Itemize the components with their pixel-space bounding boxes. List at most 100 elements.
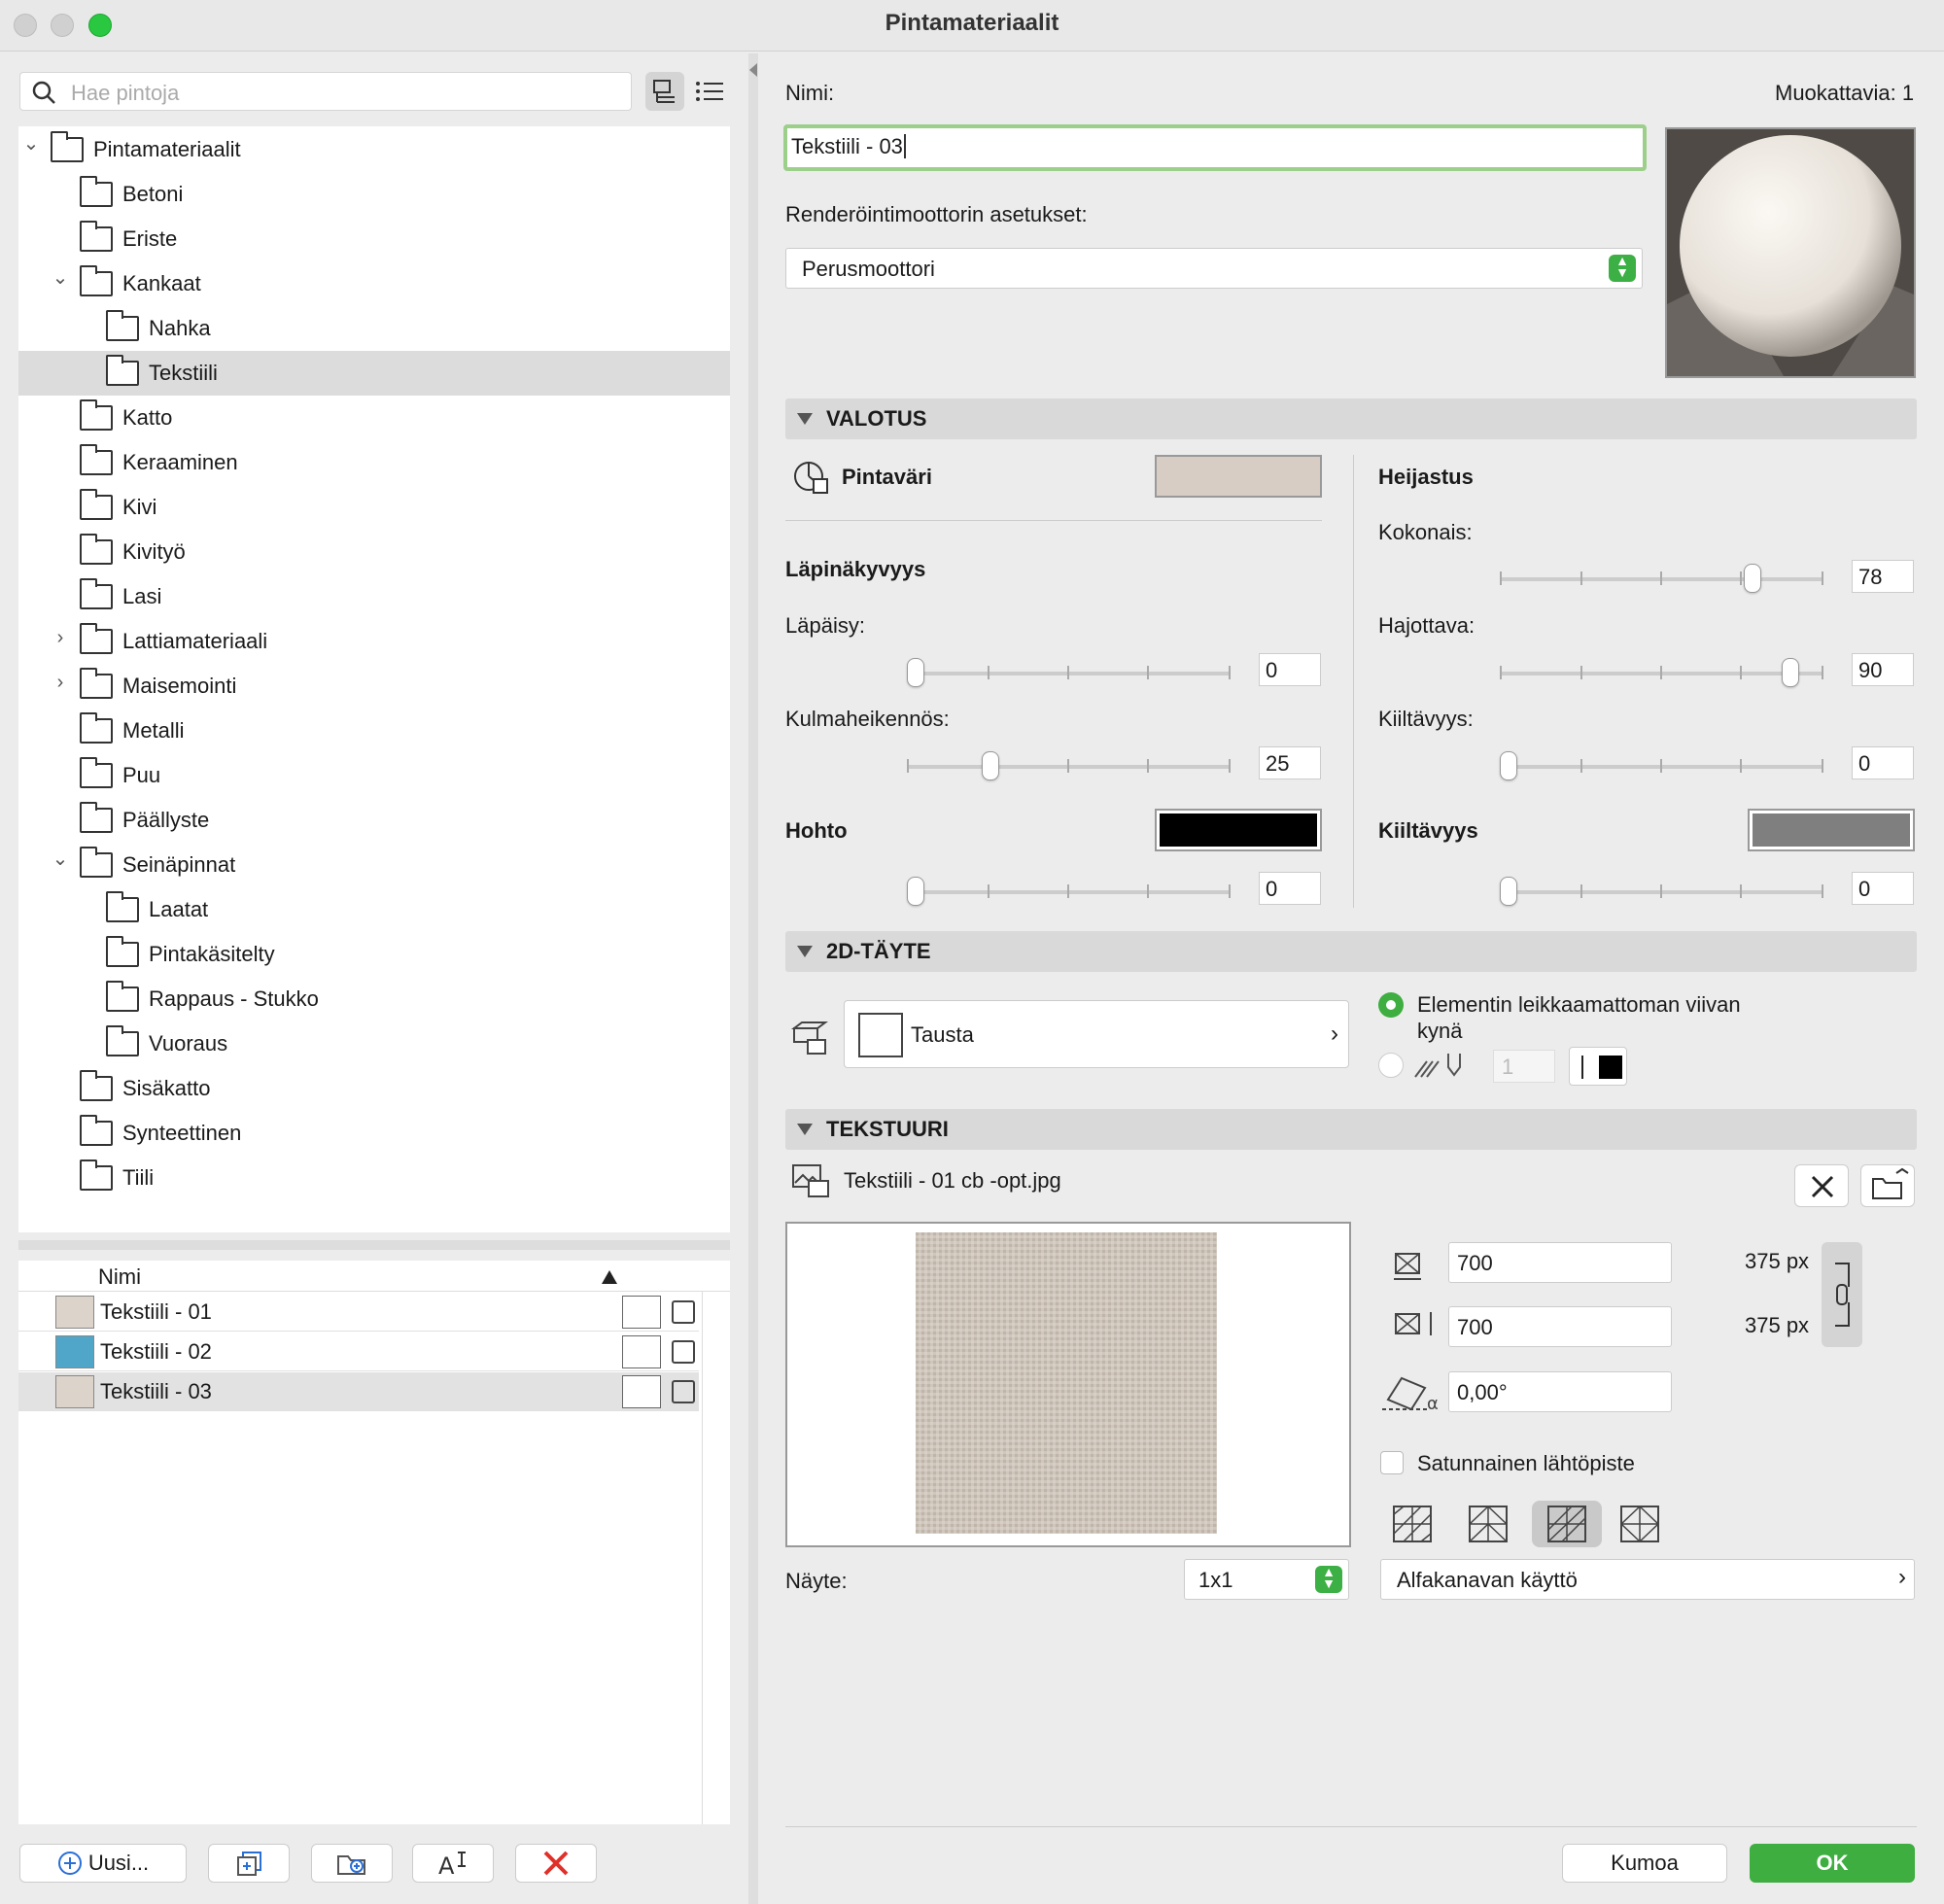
lapaisy-label: Läpäisy: bbox=[785, 613, 865, 638]
remove-texture-button[interactable] bbox=[1794, 1164, 1849, 1207]
tree-item[interactable]: › Lattiamateriaali bbox=[18, 619, 730, 664]
pen-color-button[interactable] bbox=[1569, 1047, 1627, 1086]
chevron-down-icon[interactable]: ⌄ bbox=[51, 265, 70, 290]
tree-item[interactable]: ⌄ Pintamateriaalit bbox=[18, 127, 730, 172]
cancel-button[interactable]: Kumoa bbox=[1562, 1844, 1727, 1883]
tree-item[interactable]: Keraaminen bbox=[18, 440, 730, 485]
fill2d-section-header[interactable]: 2D-TÄYTE bbox=[785, 931, 1917, 972]
chevron-right-icon[interactable]: › bbox=[51, 672, 70, 694]
kiiltavyys2-value[interactable]: 0 bbox=[1852, 872, 1914, 905]
search-field[interactable]: Hae pintoja bbox=[19, 72, 632, 111]
pattern-grid-icon bbox=[1393, 1506, 1432, 1542]
texture-height-input[interactable]: 700 bbox=[1448, 1306, 1672, 1347]
tree-item[interactable]: › Maisemointi bbox=[18, 664, 730, 709]
list-item[interactable]: Tekstiili - 03 bbox=[18, 1372, 699, 1411]
list-scrollbar[interactable] bbox=[702, 1292, 703, 1824]
tree-item[interactable]: Katto bbox=[18, 396, 730, 440]
kulma-slider[interactable] bbox=[907, 751, 1231, 780]
name-input[interactable]: Tekstiili - 03 bbox=[783, 124, 1647, 171]
valotus-section-header[interactable]: VALOTUS bbox=[785, 398, 1917, 439]
new-material-button[interactable]: Uusi... bbox=[19, 1844, 187, 1883]
tree-item[interactable]: Eriste bbox=[18, 217, 730, 261]
duplicate-button[interactable] bbox=[208, 1844, 290, 1883]
fill-type-selector[interactable]: Tausta › bbox=[844, 1000, 1349, 1068]
hajottava-value[interactable]: 90 bbox=[1852, 653, 1914, 686]
delete-button[interactable] bbox=[515, 1844, 597, 1883]
load-texture-button[interactable] bbox=[1860, 1164, 1915, 1207]
sample-select[interactable]: 1x1 ▲ ▼ bbox=[1184, 1559, 1349, 1600]
select-stepper-icon: ▲ ▼ bbox=[1609, 254, 1636, 282]
tree-item[interactable]: Vuoraus bbox=[18, 1021, 730, 1066]
rename-button[interactable]: A bbox=[412, 1844, 494, 1883]
kiiltavyys-value[interactable]: 0 bbox=[1852, 746, 1914, 779]
tree-item[interactable]: ⌄ Seinäpinnat bbox=[18, 843, 730, 887]
pen-number-input[interactable]: 1 bbox=[1493, 1050, 1555, 1083]
chevron-right-icon[interactable]: › bbox=[51, 627, 70, 649]
tree-item[interactable]: Laatat bbox=[18, 887, 730, 932]
kiiltavyys2-slider[interactable] bbox=[1500, 877, 1823, 906]
chevron-down-icon[interactable]: ⌄ bbox=[21, 131, 41, 156]
collapse-arrow-icon[interactable] bbox=[749, 63, 759, 79]
texture-angle-input[interactable]: 0,00° bbox=[1448, 1371, 1672, 1412]
kokonais-value[interactable]: 78 bbox=[1852, 560, 1914, 593]
radio-custom-pen[interactable] bbox=[1378, 1053, 1404, 1078]
tree-item[interactable]: Tekstiili bbox=[18, 351, 730, 396]
texture-section-header[interactable]: TEKSTUURI bbox=[785, 1109, 1917, 1150]
tree-item[interactable]: Puu bbox=[18, 753, 730, 798]
ok-button[interactable]: OK bbox=[1750, 1844, 1915, 1883]
hohto-color-swatch[interactable] bbox=[1155, 809, 1322, 851]
title-bar: Pintamateriaalit bbox=[0, 0, 1944, 52]
tree-item[interactable]: Kivityö bbox=[18, 530, 730, 574]
hohto-value[interactable]: 0 bbox=[1259, 872, 1321, 905]
tree-item[interactable]: Sisäkatto bbox=[18, 1066, 730, 1111]
hajottava-slider[interactable] bbox=[1500, 658, 1823, 687]
texture-mode-button-4[interactable] bbox=[1608, 1501, 1672, 1547]
column-header-name[interactable]: Nimi bbox=[98, 1264, 141, 1290]
alpha-channel-button[interactable]: Alfakanavan käyttö › bbox=[1380, 1559, 1915, 1600]
tree-item[interactable]: Nahka bbox=[18, 306, 730, 351]
hohto-slider[interactable] bbox=[907, 877, 1231, 906]
panel-divider[interactable] bbox=[748, 53, 758, 1904]
link-proportions-toggle[interactable] bbox=[1822, 1242, 1862, 1347]
new-folder-button[interactable] bbox=[311, 1844, 393, 1883]
rename-icon: A bbox=[438, 1852, 466, 1878]
texture-mode-button-3[interactable] bbox=[1532, 1501, 1602, 1547]
pane-splitter[interactable] bbox=[18, 1240, 730, 1250]
engine-select[interactable]: Perusmoottori ▲ ▼ bbox=[785, 248, 1643, 289]
tree-item[interactable]: Metalli bbox=[18, 709, 730, 753]
tree-item[interactable]: Lasi bbox=[18, 574, 730, 619]
kulma-value[interactable]: 25 bbox=[1259, 746, 1321, 779]
tree-item[interactable]: Synteettinen bbox=[18, 1111, 730, 1156]
separator bbox=[785, 520, 1322, 521]
kiiltavyys-color-swatch[interactable] bbox=[1748, 809, 1915, 851]
texture-mode-button-2[interactable] bbox=[1456, 1501, 1520, 1547]
texture-width-input[interactable]: 700 bbox=[1448, 1242, 1672, 1283]
tree-item[interactable]: Rappaus - Stukko bbox=[18, 977, 730, 1021]
random-origin-checkbox[interactable] bbox=[1380, 1451, 1404, 1474]
chevron-down-icon[interactable]: ⌄ bbox=[51, 847, 70, 871]
tree-view-icon bbox=[653, 80, 675, 103]
list-item[interactable]: Tekstiili - 02 bbox=[18, 1333, 699, 1371]
random-origin-label: Satunnainen lähtöpiste bbox=[1417, 1451, 1635, 1475]
surface-color-swatch[interactable] bbox=[1155, 455, 1322, 498]
sort-ascending-icon[interactable] bbox=[602, 1270, 617, 1284]
tree-item[interactable]: Kivi bbox=[18, 485, 730, 530]
kiiltavyys-slider[interactable] bbox=[1500, 751, 1823, 780]
kokonais-slider[interactable] bbox=[1500, 564, 1823, 593]
tree-item[interactable]: Tiili bbox=[18, 1156, 730, 1200]
search-placeholder: Hae pintoja bbox=[71, 81, 180, 105]
list-item[interactable]: Tekstiili - 01 bbox=[18, 1293, 699, 1332]
texture-mode-button-1[interactable] bbox=[1380, 1501, 1444, 1547]
radio-pen-option[interactable] bbox=[1378, 992, 1404, 1018]
lapaisy-slider[interactable] bbox=[907, 658, 1231, 687]
tree-item[interactable]: Päällyste bbox=[18, 798, 730, 843]
tree-item[interactable]: Betoni bbox=[18, 172, 730, 217]
folder-icon bbox=[106, 891, 139, 922]
tree-view-toggle[interactable] bbox=[645, 72, 684, 111]
lapaisy-value[interactable]: 0 bbox=[1259, 653, 1321, 686]
tree-item[interactable]: ⌄ Kankaat bbox=[18, 261, 730, 306]
texture-width-px: 375 px bbox=[1745, 1249, 1810, 1273]
tree-item[interactable]: Pintakäsitelty bbox=[18, 932, 730, 977]
sample-label: Näyte: bbox=[785, 1569, 848, 1593]
list-view-toggle[interactable] bbox=[690, 72, 729, 111]
